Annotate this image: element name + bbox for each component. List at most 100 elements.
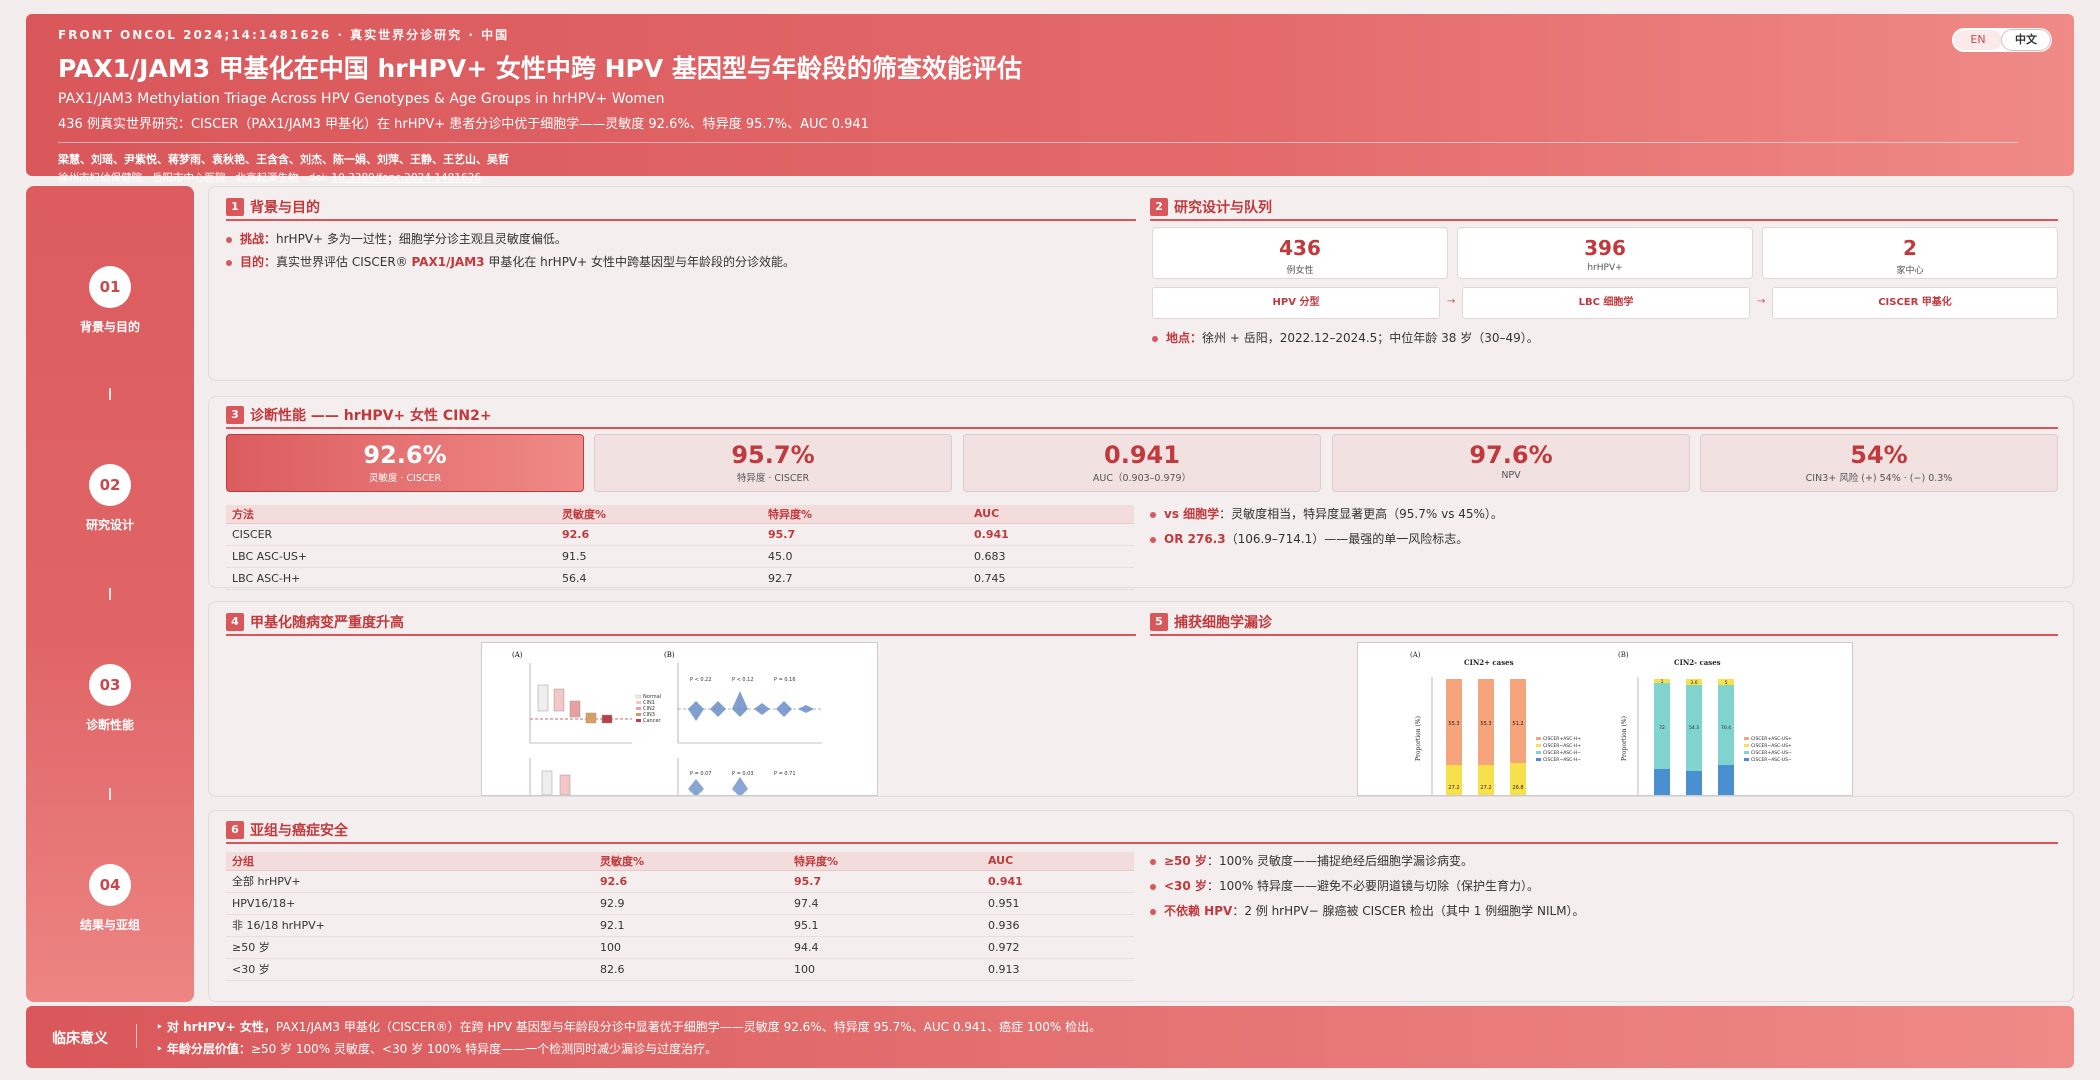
cell: LBC ASC-US+ <box>226 545 556 568</box>
subgroup-table: 分组 灵敏度% 特异度% AUC 全部 hrHPV+ 92.6 95.7 0.941 … <box>226 852 1134 981</box>
figure-stacked-bars: (A) (B) CIN2+ cases CIN2- cases Proporti… <box>1357 642 1853 796</box>
bullet-dot <box>1152 335 1158 342</box>
doi-link[interactable]: 10.3389/fonc.2024.1481626 <box>331 172 481 184</box>
legend-item: CISCER+ASC-US+ <box>1751 736 1792 742</box>
cell: 0.745 <box>968 567 1134 590</box>
bullet-text: （106.9–714.1）——最强的单一风险标志。 <box>1225 532 1469 546</box>
step-label: 背景与目的 <box>79 320 140 334</box>
section-3-title: 3 诊断性能 —— hrHPV+ 女性 CIN2+ <box>226 405 492 425</box>
bar-segment <box>1654 769 1670 795</box>
bar-segment <box>1446 765 1462 795</box>
cell: 95.7 <box>762 523 968 546</box>
bar-segment <box>1718 685 1734 765</box>
kpi-npv: 97.6% NPV <box>1332 434 1690 492</box>
legend-item: CISCER+ASC-H+ <box>1543 736 1581 742</box>
step-number: 04 <box>89 864 131 906</box>
language-toggle: EN 中文 <box>1952 28 2052 52</box>
legend-item: CISCER−ASC-US+ <box>1751 743 1792 749</box>
section-5-title: 5 捕获细胞学漏诊 <box>1150 612 1272 632</box>
performance-table: 方法 灵敏度% 特异度% AUC CISCER 92.6 95.7 0.941 LBC… <box>226 505 1134 590</box>
section-rule <box>226 219 1136 221</box>
cell: 全部 hrHPV+ <box>226 870 594 893</box>
bar-segment <box>1686 771 1702 795</box>
bar-label: 72 <box>1659 725 1665 731</box>
sidebar-step-3[interactable]: 03 诊断性能 <box>26 664 194 733</box>
bullet-dot <box>226 259 232 266</box>
cell: 92.9 <box>594 892 788 915</box>
bullet-key: <30 岁 <box>1164 879 1207 893</box>
bullet-site: 地点：徐州 + 岳阳，2022.12–2024.5；中位年龄 38 岁（30–4… <box>1152 329 1539 346</box>
bullet-dot <box>226 236 232 243</box>
cell: 100 <box>788 958 982 981</box>
p-value-label: P < 0.12 <box>732 677 754 683</box>
sidebar-step-4[interactable]: 04 结果与亚组 <box>26 864 194 933</box>
table-header-row: 方法 灵敏度% 特异度% AUC <box>226 505 1134 524</box>
bullet-text: ：100% 灵敏度——捕捉绝经后细胞学漏诊病变。 <box>1206 854 1474 868</box>
footer-title: 临床意义 <box>52 1031 108 1047</box>
lang-zh-button[interactable]: 中文 <box>2002 30 2050 50</box>
col-header: 灵敏度% <box>594 852 788 871</box>
col-header: AUC <box>982 852 1134 871</box>
bar-label: 51.2 <box>1512 721 1523 727</box>
legend-item: CISCER+ASC-H− <box>1543 750 1581 756</box>
lang-en-button[interactable]: EN <box>1954 30 2002 50</box>
clinical-significance-footer: 临床意义 ‣ 对 hrHPV+ 女性，PAX1/JAM3 甲基化（CISCER®… <box>26 1006 2074 1068</box>
y-axis-label: Proportion (%) <box>1415 716 1422 761</box>
section-4-title: 4 甲基化随病变严重度升高 <box>226 612 404 632</box>
cell: 95.7 <box>788 870 982 893</box>
step-label: 诊断性能 <box>85 718 134 732</box>
cell: <30 岁 <box>226 958 594 981</box>
bullet-text: hrHPV+ 多为一过性；细胞学分诊主观且灵敏度偏低。 <box>276 232 567 246</box>
table-row: 全部 hrHPV+ 92.6 95.7 0.941 <box>226 870 1134 893</box>
cell: HPV16/18+ <box>226 892 594 915</box>
cell: 100 <box>594 936 788 959</box>
bullet-text: ：灵敏度相当，特异度显著更高（95.7% vs 45%）。 <box>1219 507 1503 521</box>
section-number: 3 <box>226 406 244 424</box>
left-chart-title: CIN2+ cases <box>1464 658 1514 667</box>
cell: 92.6 <box>594 870 788 893</box>
bar-segment <box>1718 765 1734 795</box>
bullet-dot <box>1150 536 1156 543</box>
footer-key: 对 hrHPV+ 女性， <box>166 1020 276 1034</box>
col-header: 分组 <box>226 852 594 871</box>
kpi-specificity: 95.7% 特异度 · CISCER <box>594 434 952 492</box>
cell: 0.951 <box>982 892 1134 915</box>
bullet-text: 甲基化在 hrHPV+ 女性中跨基因型与年龄段的分诊效能。 <box>484 255 796 269</box>
section-title-text: 研究设计与队列 <box>1174 200 1272 216</box>
kpi-value: 54% <box>1850 441 1908 469</box>
table-row: ≥50 岁 100 94.4 0.972 <box>226 936 1134 959</box>
bullet-key: OR 276.3 <box>1164 532 1226 546</box>
cell: 92.7 <box>762 567 968 590</box>
section-title-text: 诊断性能 —— hrHPV+ 女性 CIN2+ <box>250 408 492 424</box>
col-header: 灵敏度% <box>556 505 762 524</box>
flow-lbc-cytology: LBC 细胞学 <box>1462 287 1750 319</box>
bullet-text: 真实世界评估 CISCER® <box>276 255 412 269</box>
col-header: 特异度% <box>788 852 982 871</box>
section-title-text: 背景与目的 <box>250 200 320 216</box>
bar-label: 27.2 <box>1480 785 1491 791</box>
right-chart-title: CIN2- cases <box>1674 658 1721 667</box>
step-divider <box>109 588 111 600</box>
section-rule <box>226 427 2058 429</box>
stat-value: 2 <box>1903 236 1917 260</box>
kpi-cin3-risk: 54% CIN3+ 风险 (+) 54% · (−) 0.3% <box>1700 434 2058 492</box>
bar-label: 5 <box>1725 680 1728 686</box>
header-banner: FRONT ONCOL 2024;14:1481626 · 真实世界分诊研究 ·… <box>26 14 2074 184</box>
table-header-row: 分组 灵敏度% 特异度% AUC <box>226 852 1134 871</box>
table-row: LBC ASC-US+ 91.5 45.0 0.683 <box>226 545 1134 568</box>
sidebar-step-2[interactable]: 02 研究设计 <box>26 464 194 533</box>
section-2-title: 2 研究设计与队列 <box>1150 197 1272 217</box>
section-rule <box>1150 219 2058 221</box>
kpi-label: NPV <box>1501 470 1521 481</box>
section-number: 4 <box>226 613 244 631</box>
sidebar-step-1[interactable]: 01 背景与目的 <box>26 266 194 335</box>
section-1-title: 1 背景与目的 <box>226 197 320 217</box>
stat-women: 436 例女性 <box>1152 227 1448 279</box>
legend-item: CISCER−ASC-H+ <box>1543 743 1581 749</box>
cell: 0.941 <box>982 870 1134 893</box>
bar-label: 55.3 <box>1480 721 1491 727</box>
stat-label: 家中心 <box>1896 266 1924 276</box>
cell: 92.6 <box>556 523 762 546</box>
section-title-text: 亚组与癌症安全 <box>250 823 348 839</box>
step-number: 02 <box>89 464 131 506</box>
